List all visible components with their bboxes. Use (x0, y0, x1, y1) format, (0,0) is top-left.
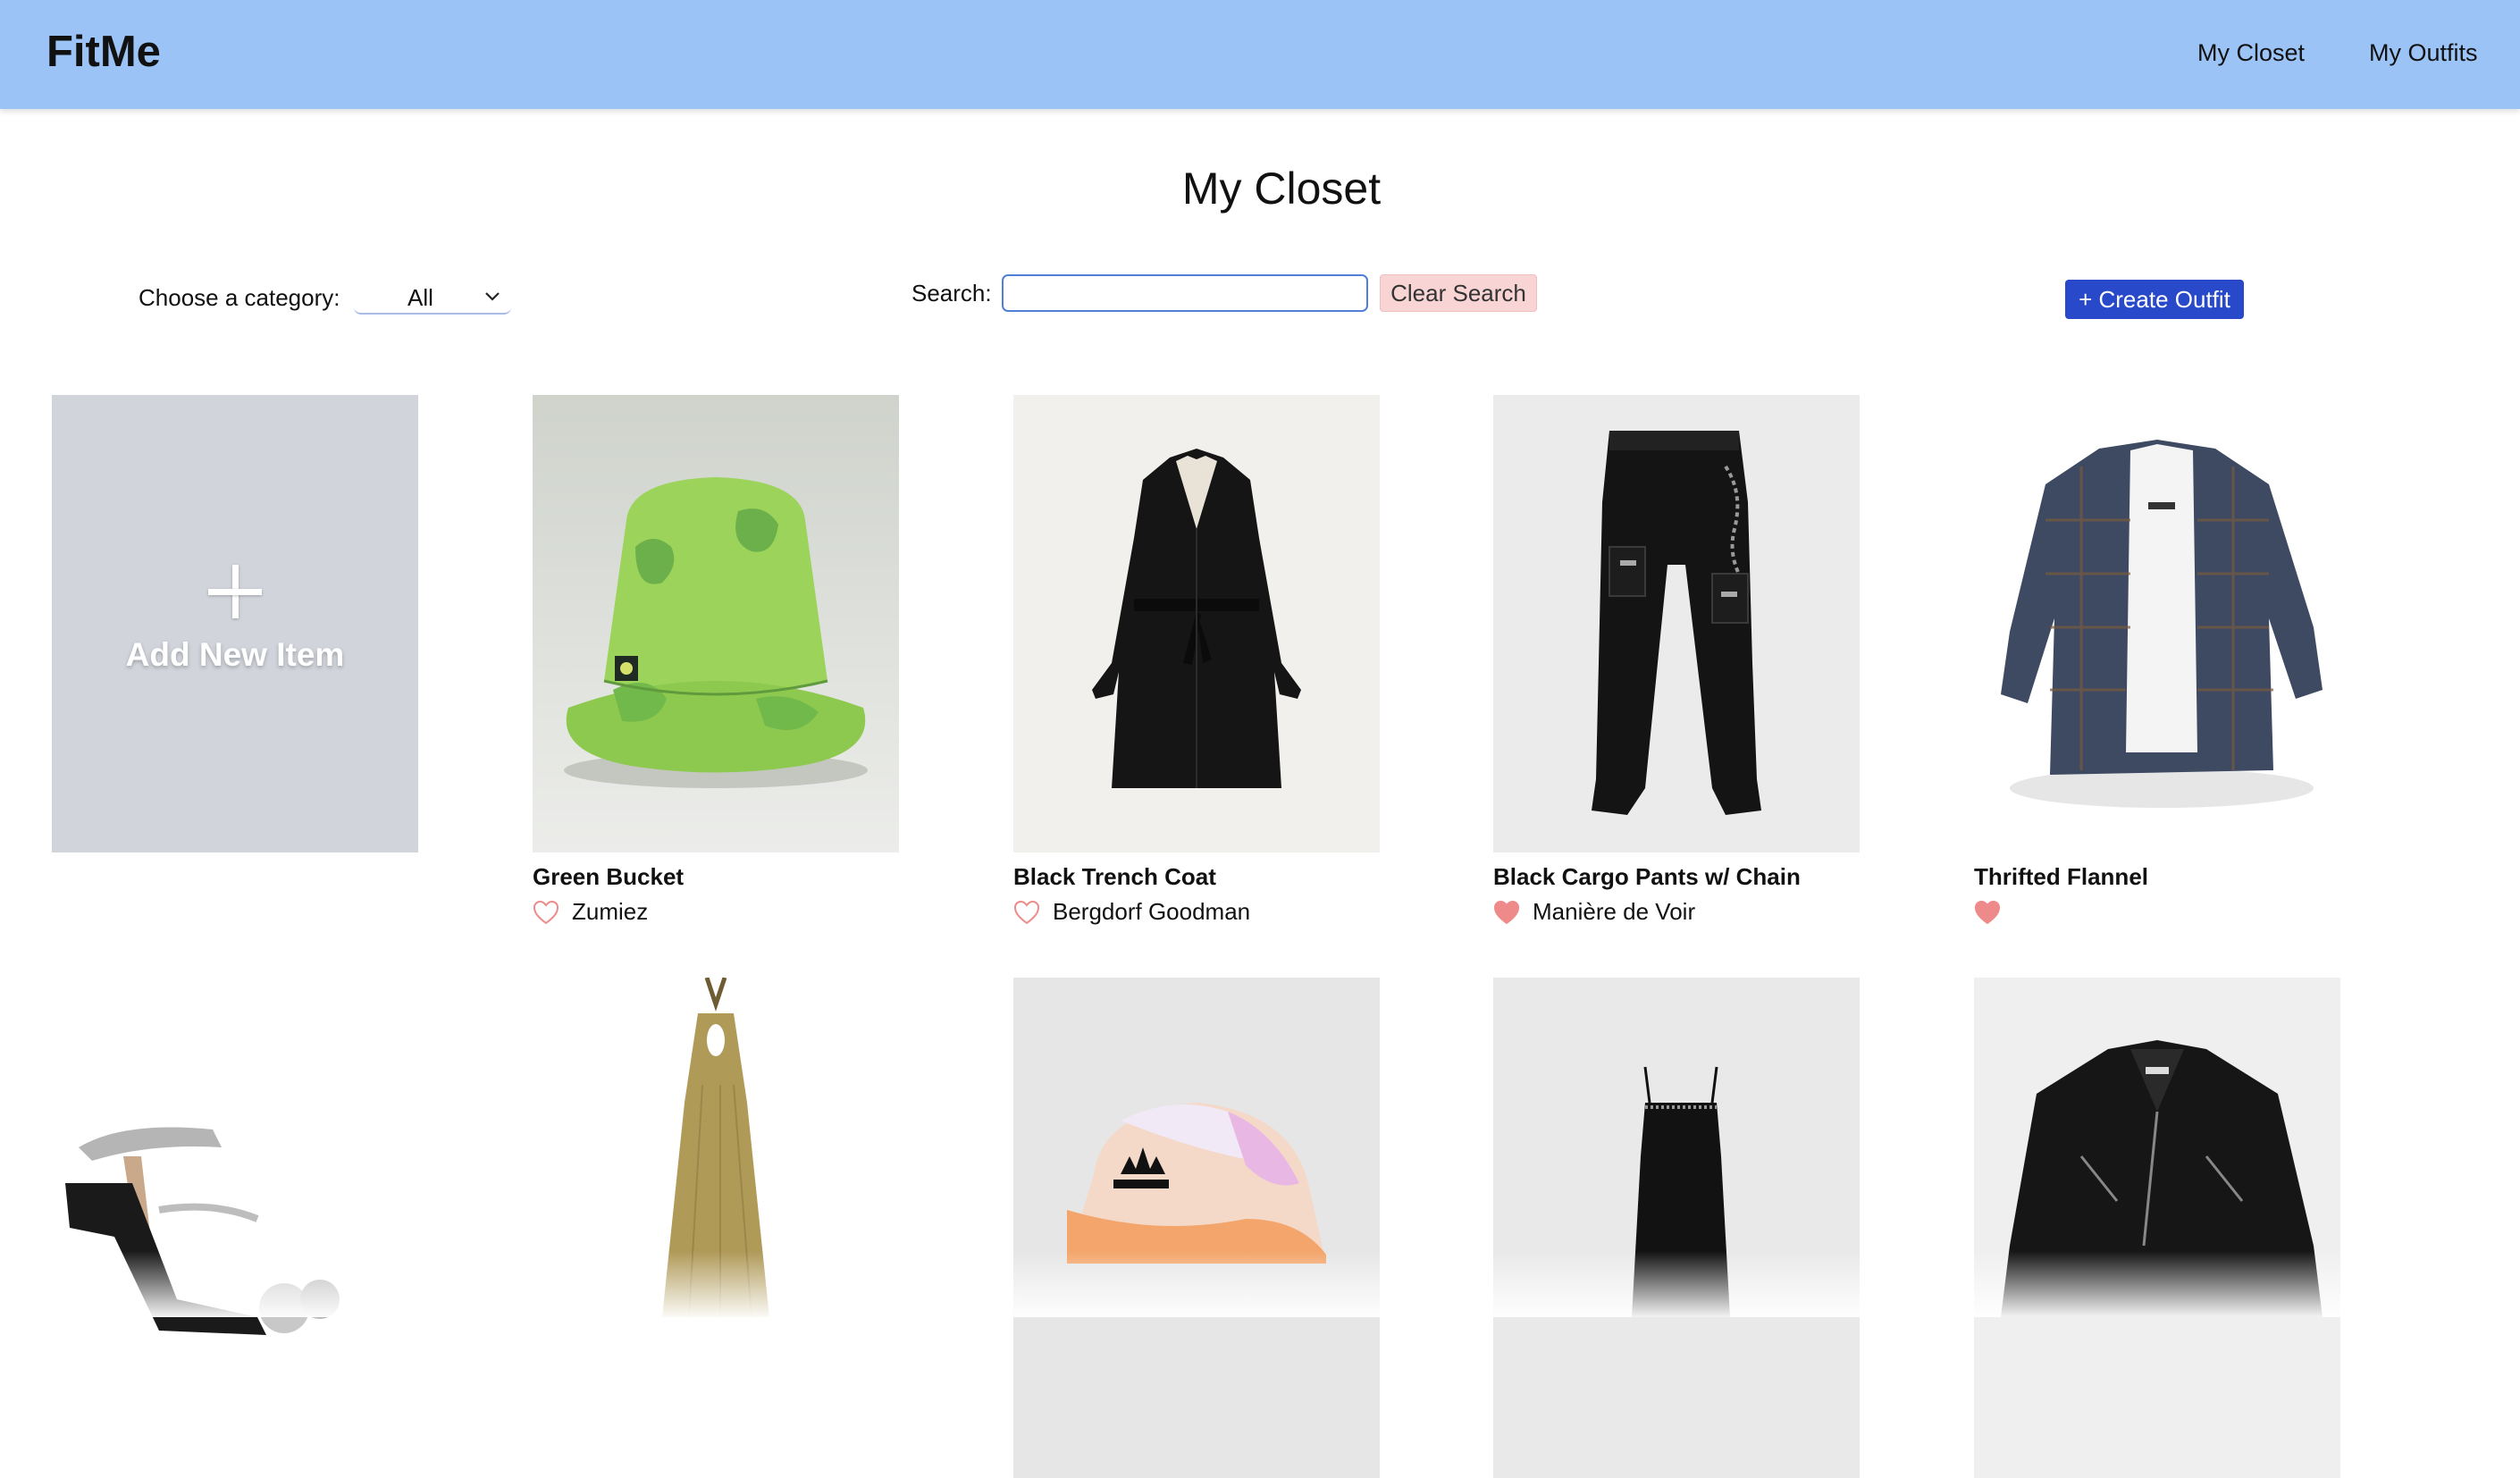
nav-my-outfits[interactable]: My Outfits (2369, 39, 2478, 67)
create-outfit-button[interactable]: + Create Outfit (2065, 280, 2244, 319)
item-photo-silver-heels[interactable] (52, 978, 418, 1478)
add-new-item-label: Add New Item (125, 636, 345, 673)
plus-icon (208, 565, 262, 618)
closet-item (1493, 978, 1860, 1478)
item-meta: Manière de Voir (1493, 898, 1860, 928)
category-selected-value: All (407, 284, 433, 311)
item-name: Black Cargo Pants w/ Chain (1493, 863, 1801, 890)
closet-item: Black Cargo Pants w/ Chain Manière de Vo… (1493, 395, 1860, 928)
item-name: Black Trench Coat (1013, 863, 1216, 890)
item-brand: Zumiez (572, 898, 649, 925)
closet-item (533, 978, 899, 1478)
brand-logo[interactable]: FitMe (46, 27, 161, 77)
category-select[interactable]: All (354, 281, 511, 315)
closet-item: Black Trench Coat Bergdorf Goodman (1013, 395, 1380, 928)
closet-item (1974, 978, 2340, 1478)
closet-item: Thrifted Flannel (1974, 395, 2340, 928)
closet-item (52, 978, 418, 1478)
item-brand: Bergdorf Goodman (1053, 898, 1251, 925)
closet-item (1013, 978, 1380, 1478)
chevron-down-icon (485, 292, 500, 301)
item-photo-black-trench-coat[interactable] (1013, 395, 1380, 852)
item-meta: Zumiez (533, 898, 899, 928)
item-meta (1974, 898, 2340, 928)
heart-outline-icon[interactable] (533, 900, 559, 925)
item-brand: Manière de Voir (1533, 898, 1696, 925)
item-photo-black-leather-jacket[interactable] (1974, 978, 2340, 1478)
heart-filled-icon[interactable] (1493, 900, 1520, 925)
nav-my-closet[interactable]: My Closet (2197, 39, 2305, 67)
heart-filled-icon[interactable] (1974, 900, 2001, 925)
item-photo-green-bucket-hat[interactable] (533, 395, 899, 852)
item-name: Thrifted Flannel (1974, 863, 2148, 890)
top-nav-bar: FitMe My Closet My Outfits (0, 0, 2520, 109)
page-title: My Closet (1181, 164, 1382, 214)
search-label: Search: (911, 280, 992, 307)
category-label: Choose a category: (139, 284, 340, 311)
clear-search-button[interactable]: Clear Search (1380, 274, 1537, 312)
item-photo-black-slip-dress[interactable] (1493, 978, 1860, 1478)
item-meta: Bergdorf Goodman (1013, 898, 1380, 928)
item-photo-tie-dye-bucket-hat[interactable] (1013, 978, 1380, 1478)
item-photo-thrifted-flannel[interactable] (1974, 395, 2340, 852)
closet-item: Green Bucket Zumiez (533, 395, 899, 928)
item-photo-black-cargo-pants[interactable] (1493, 395, 1860, 852)
search-input[interactable] (1002, 274, 1368, 312)
heart-outline-icon[interactable] (1013, 900, 1040, 925)
add-new-item-card[interactable]: Add New Item (52, 395, 418, 852)
item-name: Green Bucket (533, 863, 685, 890)
item-photo-gold-halter-dress[interactable] (533, 978, 899, 1478)
